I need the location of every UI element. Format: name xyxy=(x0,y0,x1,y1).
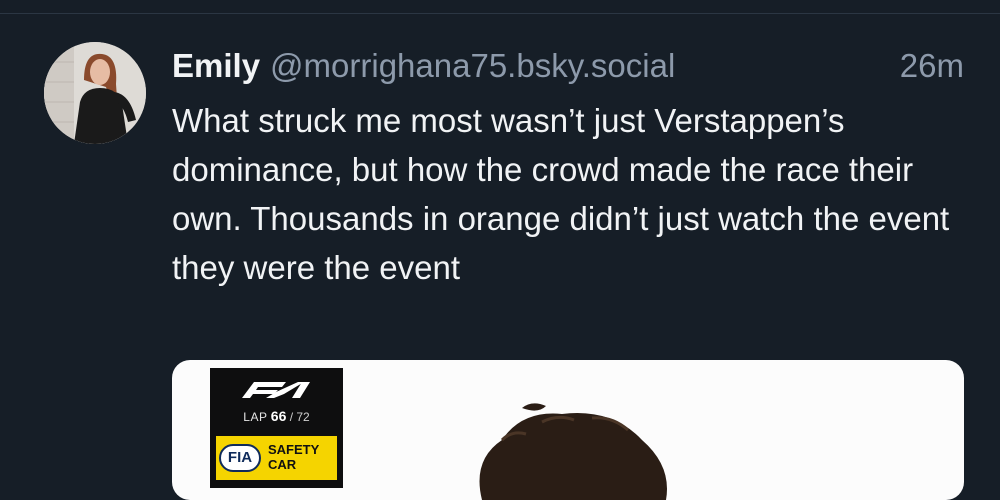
status-line-1: SAFETY xyxy=(268,442,320,457)
post-header: Emily @morrighana75.bsky.social xyxy=(172,44,972,88)
safety-car-text: SAFETY CAR xyxy=(268,442,319,472)
fia-badge: FIA xyxy=(219,444,261,472)
author-handle[interactable]: @morrighana75.bsky.social xyxy=(270,47,675,84)
post-image[interactable]: LAP 66 / 72 FIA SAFETY CAR xyxy=(172,360,964,500)
lap-label: LAP xyxy=(243,410,268,424)
person-hair-image xyxy=(479,403,667,500)
f1-logo-icon xyxy=(242,382,310,398)
feed-post[interactable]: Emily @morrighana75.bsky.social 26m What … xyxy=(0,14,1000,500)
lap-current: 66 xyxy=(270,408,287,424)
post-text: What struck me most wasn’t just Verstapp… xyxy=(172,102,950,286)
lap-counter: LAP 66 / 72 xyxy=(210,408,343,425)
author-name[interactable]: Emily xyxy=(172,47,260,84)
post-time[interactable]: 26m xyxy=(900,44,964,88)
status-line-2: CAR xyxy=(268,457,297,472)
race-info-panel: LAP 66 / 72 FIA SAFETY CAR xyxy=(210,368,343,488)
lap-total: / 72 xyxy=(289,410,310,424)
avatar[interactable] xyxy=(44,42,146,144)
safety-car-flag: FIA SAFETY CAR xyxy=(216,436,337,480)
user-avatar-photo xyxy=(44,42,146,144)
